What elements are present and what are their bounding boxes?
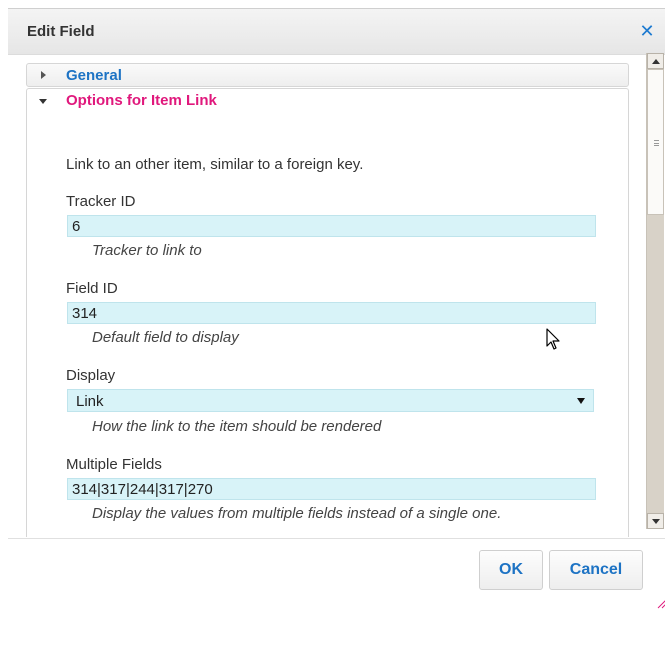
dropdown-arrow-icon xyxy=(577,398,585,404)
tracker-id-input[interactable]: 6 xyxy=(67,215,596,237)
field-id-value: 314 xyxy=(72,305,98,322)
ok-button[interactable]: OK xyxy=(479,550,543,590)
collapse-arrow-icon xyxy=(39,99,47,104)
accordion-options-label: Options for Item Link xyxy=(66,92,217,109)
scroll-up-button[interactable] xyxy=(647,53,664,69)
accordion-general-label: General xyxy=(66,67,122,84)
field-id-label: Field ID xyxy=(66,280,118,297)
mouse-cursor-icon xyxy=(546,328,560,350)
display-selected-value: Link xyxy=(76,393,104,410)
tracker-id-label: Tracker ID xyxy=(66,193,136,210)
dialog-title: Edit Field xyxy=(27,23,95,40)
multiple-fields-input[interactable]: 314|317|244|317|270 xyxy=(67,478,596,500)
footer-divider xyxy=(8,538,665,539)
field-id-input[interactable]: 314 xyxy=(67,302,596,324)
arrow-up-icon xyxy=(652,59,660,64)
field-id-help: Default field to display xyxy=(92,329,239,346)
multiple-fields-value: 314|317|244|317|270 xyxy=(72,481,213,498)
scroll-down-button[interactable] xyxy=(647,513,664,529)
dialog-content: General Options for Item Link Link to an… xyxy=(26,61,644,537)
accordion-general[interactable]: General xyxy=(26,63,629,87)
dialog-titlebar[interactable]: Edit Field ✕ xyxy=(8,9,665,55)
display-label: Display xyxy=(66,367,116,384)
arrow-down-icon xyxy=(652,519,660,524)
close-icon[interactable]: ✕ xyxy=(639,22,655,40)
display-help: How the link to the item should be rende… xyxy=(92,418,382,435)
expand-arrow-icon xyxy=(41,71,46,79)
tracker-id-value: 6 xyxy=(72,218,81,235)
display-select[interactable]: Link xyxy=(67,389,594,412)
resize-grip-icon[interactable] xyxy=(657,597,665,609)
cancel-button[interactable]: Cancel xyxy=(549,550,643,590)
scroll-thumb[interactable] xyxy=(647,69,664,215)
content-scrollbar[interactable] xyxy=(646,53,664,529)
edit-field-dialog: Edit Field ✕ General Options for Item Li… xyxy=(8,8,665,645)
options-panel: Link to an other item, similar to a fore… xyxy=(26,111,629,537)
grip-icon xyxy=(654,140,659,146)
multiple-fields-label: Multiple Fields xyxy=(66,456,162,473)
tracker-id-help: Tracker to link to xyxy=(92,242,202,259)
multiple-fields-help: Display the values from multiple fields … xyxy=(92,505,502,522)
accordion-options-item-link[interactable]: Options for Item Link xyxy=(26,88,629,112)
options-description: Link to an other item, similar to a fore… xyxy=(66,156,364,173)
